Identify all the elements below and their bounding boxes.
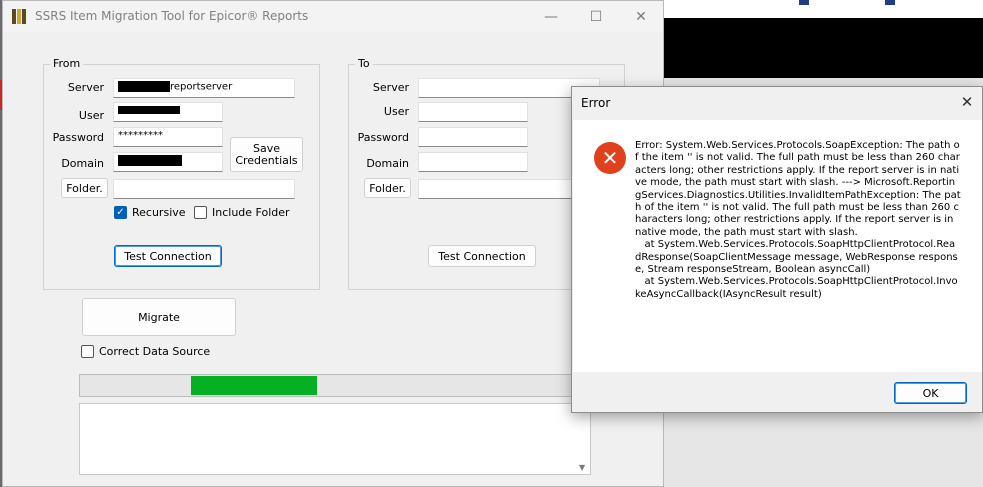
from-user-label: User — [78, 109, 104, 122]
to-domain-input[interactable] — [418, 152, 528, 172]
redacted-domain — [118, 155, 182, 166]
correct-data-source-checkbox[interactable] — [81, 345, 94, 358]
migration-progress-bar — [79, 374, 585, 397]
background-window-strip — [664, 0, 983, 18]
maximize-icon[interactable]: ☐ — [581, 6, 611, 28]
from-group-label: From — [50, 57, 84, 70]
to-password-label: Password — [357, 131, 409, 144]
app-icon — [12, 9, 27, 24]
scroll-down-arrow-icon[interactable]: ▼ — [579, 463, 585, 472]
from-domain-input[interactable] — [113, 152, 223, 172]
to-test-connection-button[interactable]: Test Connection — [428, 245, 536, 267]
from-domain-label: Domain — [61, 157, 104, 170]
log-scrollbar[interactable]: ▼ — [578, 404, 590, 474]
include-folder-label: Include Folder — [212, 206, 290, 219]
minimize-icon[interactable]: — — [536, 6, 566, 28]
from-user-input[interactable] — [113, 102, 223, 122]
window-title: SSRS Item Migration Tool for Epicor® Rep… — [35, 9, 309, 23]
from-test-connection-button[interactable]: Test Connection — [114, 245, 222, 267]
from-password-input[interactable]: ********* — [113, 127, 223, 147]
to-folder-button[interactable]: Folder. — [364, 178, 411, 198]
to-user-input[interactable] — [418, 102, 528, 122]
dialog-body: ✕ Error: System.Web.Services.Protocols.S… — [573, 120, 982, 372]
close-icon[interactable]: ✕ — [626, 6, 656, 28]
to-password-input[interactable] — [418, 127, 528, 147]
title-bar[interactable]: SSRS Item Migration Tool for Epicor® Rep… — [3, 1, 663, 32]
error-dialog: Error ✕ ✕ Error: System.Web.Services.Pro… — [571, 86, 983, 413]
ok-button[interactable]: OK — [894, 382, 967, 404]
background-dark-area — [664, 18, 983, 78]
redacted-host — [118, 81, 170, 92]
background-icon — [885, 0, 895, 5]
from-folder-input[interactable] — [113, 179, 295, 199]
include-folder-checkbox[interactable] — [194, 206, 207, 219]
dialog-title: Error — [581, 96, 611, 110]
from-group: From Server reportserver User Password *… — [43, 57, 320, 290]
recursive-label: Recursive — [132, 206, 186, 219]
redacted-user — [118, 106, 180, 114]
save-credentials-button[interactable]: Save Credentials — [230, 137, 303, 172]
from-server-label: Server — [67, 81, 104, 94]
to-group-label: To — [355, 57, 373, 70]
error-icon: ✕ — [594, 142, 626, 174]
migrate-button[interactable]: Migrate — [82, 298, 236, 336]
dialog-close-icon[interactable]: ✕ — [956, 91, 978, 113]
main-window: SSRS Item Migration Tool for Epicor® Rep… — [2, 0, 664, 487]
log-output-textbox[interactable]: ▼ — [79, 403, 591, 475]
progress-fill — [191, 376, 317, 395]
from-password-label: Password — [52, 131, 104, 144]
from-server-input[interactable]: reportserver — [113, 78, 295, 98]
recursive-checkbox[interactable]: ✓ — [114, 206, 127, 219]
to-user-label: User — [383, 105, 409, 118]
error-message: Error: System.Web.Services.Protocols.Soa… — [635, 140, 961, 300]
to-server-label: Server — [372, 81, 409, 94]
to-domain-label: Domain — [366, 157, 409, 170]
correct-data-source-label: Correct Data Source — [99, 345, 211, 358]
background-icon — [799, 0, 809, 5]
from-folder-button[interactable]: Folder. — [61, 178, 108, 198]
